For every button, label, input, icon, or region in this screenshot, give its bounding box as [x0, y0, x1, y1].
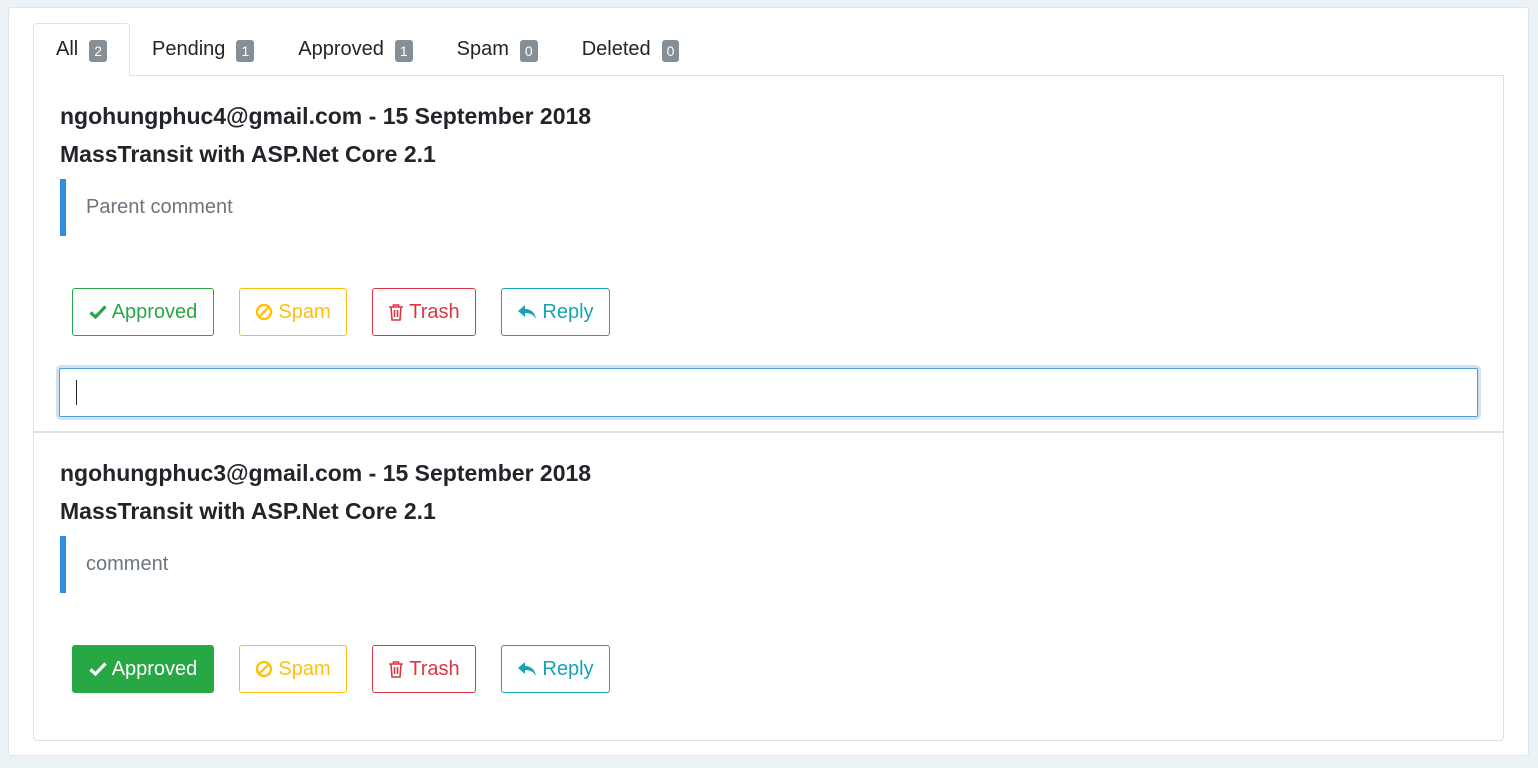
reply-icon	[518, 662, 537, 676]
reply-button[interactable]: Reply	[501, 288, 610, 336]
spam-label: Spam	[278, 300, 331, 323]
tab-label: All	[56, 38, 79, 60]
approve-label: Approved	[111, 300, 198, 323]
tab-label: Pending	[152, 37, 226, 60]
tab-spam[interactable]: Spam 0	[435, 23, 560, 75]
reply-label: Reply	[542, 300, 594, 323]
count-badge: 0	[661, 39, 680, 62]
trash-icon	[389, 304, 404, 321]
count-badge: 2	[89, 40, 108, 62]
trash-icon	[389, 661, 404, 678]
comment-body-text: Parent comment	[86, 196, 233, 218]
comment-card: ngohungphuc3@gmail.com - 15 September 20…	[33, 432, 1504, 741]
text-cursor	[76, 380, 77, 405]
comment-post-title: MassTransit with ASP.Net Core 2.1	[60, 498, 436, 524]
approve-label: Approved	[111, 657, 198, 680]
comment-body: comment	[60, 536, 660, 593]
trash-label: Trash	[409, 300, 460, 323]
tab-deleted[interactable]: Deleted 0	[560, 23, 702, 75]
trash-button[interactable]: Trash	[372, 645, 476, 693]
approve-button[interactable]: Approved	[72, 288, 214, 336]
tab-pending[interactable]: Pending 1	[130, 23, 276, 75]
comment-post-title: MassTransit with ASP.Net Core 2.1	[60, 141, 436, 167]
count-badge: 1	[236, 39, 255, 62]
tab-label: Spam	[456, 37, 509, 60]
count-badge: 0	[519, 39, 538, 62]
comment-filter-tabs: All 2 Pending 1 Approved 1 Spam 0 Delete…	[33, 23, 1504, 76]
trash-button[interactable]: Trash	[372, 288, 476, 336]
reply-icon	[518, 305, 537, 319]
reply-label: Reply	[542, 657, 594, 680]
reply-button[interactable]: Reply	[501, 645, 610, 693]
spam-button[interactable]: Spam	[239, 645, 347, 693]
comment-card: ngohungphuc4@gmail.com - 15 September 20…	[33, 75, 1504, 432]
comment-author-date: ngohungphuc4@gmail.com - 15 September 20…	[60, 103, 592, 129]
tab-approved[interactable]: Approved 1	[276, 23, 434, 75]
check-icon	[89, 662, 107, 677]
reply-input[interactable]	[59, 368, 1478, 417]
comment-body-text: comment	[86, 553, 169, 575]
trash-label: Trash	[409, 657, 460, 680]
ban-icon	[256, 303, 273, 321]
tab-label: Approved	[298, 37, 384, 60]
tab-all[interactable]: All 2	[33, 23, 131, 76]
spam-button[interactable]: Spam	[239, 288, 347, 336]
count-badge: 1	[394, 39, 413, 62]
comment-author-date: ngohungphuc3@gmail.com - 15 September 20…	[60, 460, 592, 486]
ban-icon	[256, 660, 273, 678]
approve-button[interactable]: Approved	[72, 645, 214, 693]
check-icon	[89, 305, 107, 320]
comment-body: Parent comment	[60, 179, 660, 236]
spam-label: Spam	[278, 657, 331, 680]
tab-label: Deleted	[581, 37, 651, 60]
